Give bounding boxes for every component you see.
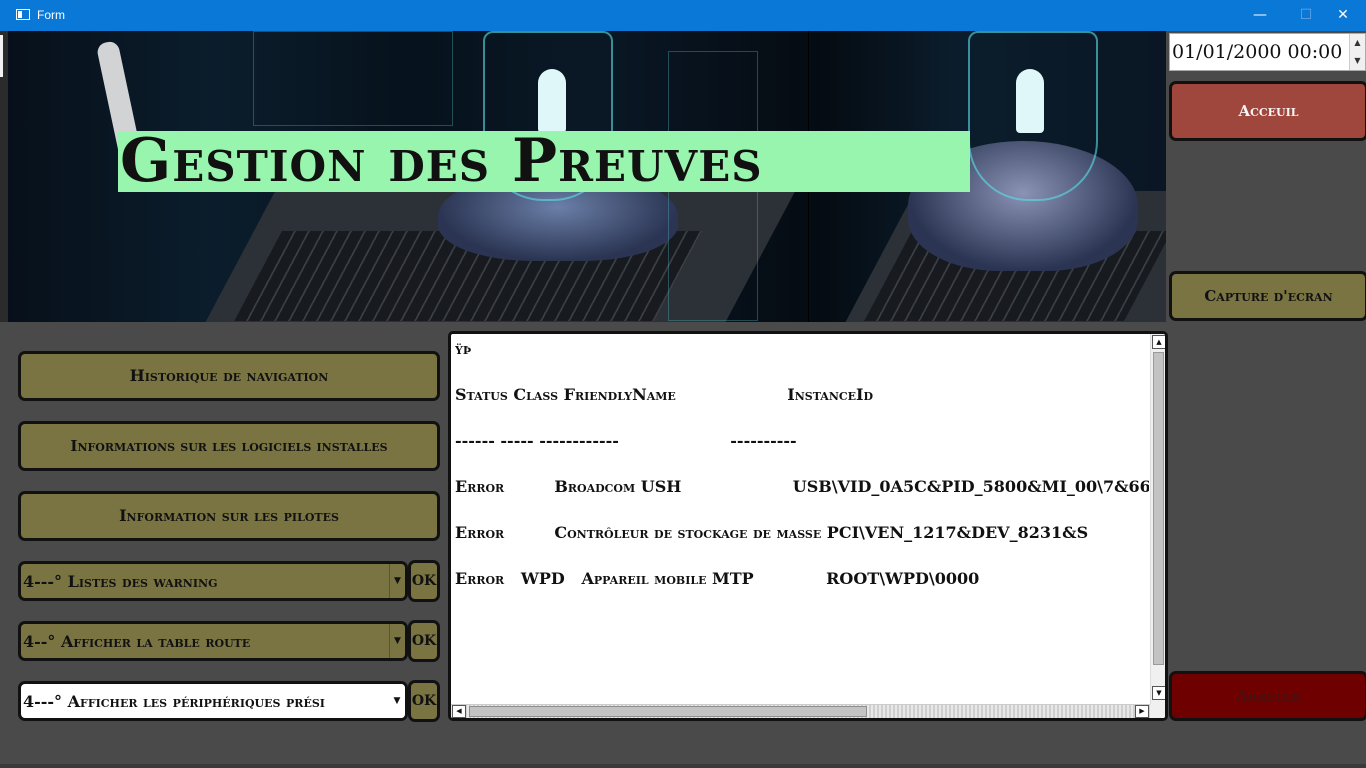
output-line: Error WPD Appareil mobile MTP ROOT\WPD\0… — [455, 569, 980, 588]
app-icon — [16, 9, 30, 20]
window-title: Form — [37, 8, 65, 22]
select-value: 4--° Afficher la table route — [23, 632, 251, 651]
lock-icon — [538, 69, 566, 133]
lock-icon — [1016, 69, 1044, 133]
output-line: ÿþ — [455, 339, 472, 358]
warning-list-select[interactable]: 4---° Listes des warning ▼ — [18, 561, 408, 601]
peripheriques-select[interactable]: 4---° Afficher les périphériques prési ▼ — [18, 681, 408, 721]
left-edge — [0, 31, 8, 322]
ok-button[interactable]: OK — [408, 680, 440, 722]
minimize-button[interactable]: — — [1237, 0, 1283, 31]
close-button[interactable]: ✕ — [1320, 0, 1366, 31]
output-line: Error Contrôleur de stockage de masse PC… — [455, 523, 1089, 542]
datetime-value[interactable]: 01/01/2000 00:00 — [1172, 41, 1342, 63]
scroll-up-icon[interactable]: ▲ — [1152, 335, 1165, 349]
spin-down-icon[interactable]: ▼ — [1350, 52, 1365, 70]
chevron-down-icon[interactable]: ▼ — [389, 684, 405, 718]
window-titlebar: Form — ☐ ✕ — [0, 0, 1366, 31]
output-line: ------ ----- ------------ ---------- — [455, 431, 797, 450]
arreter-button[interactable]: Arreter — [1169, 671, 1366, 721]
scroll-down-icon[interactable]: ▼ — [1152, 686, 1165, 700]
chevron-down-icon[interactable]: ▼ — [389, 624, 405, 658]
horizontal-scrollbar[interactable]: ◀ ▶ — [451, 704, 1150, 718]
scroll-thumb[interactable] — [469, 706, 867, 717]
output-line: Status Class FriendlyName InstanceId — [455, 385, 874, 404]
historique-navigation-button[interactable]: Historique de navigation — [18, 351, 440, 401]
datetime-picker[interactable]: 01/01/2000 00:00 ▲ ▼ — [1169, 33, 1366, 71]
spin-up-icon[interactable]: ▲ — [1350, 34, 1365, 52]
chevron-down-icon[interactable]: ▼ — [389, 564, 405, 598]
pilotes-button[interactable]: Information sur les pilotes — [18, 491, 440, 541]
accueil-button[interactable]: Acceuil — [1169, 81, 1366, 141]
scroll-left-icon[interactable]: ◀ — [452, 705, 466, 718]
ok-button[interactable]: OK — [408, 560, 440, 602]
output-line: Error Broadcom USH USB\VID_0A5C&PID_5800… — [455, 477, 1149, 496]
output-textbox[interactable]: ÿþ Status Class FriendlyName InstanceId … — [448, 331, 1168, 721]
holo-panel — [253, 31, 453, 126]
ok-button[interactable]: OK — [408, 620, 440, 662]
capture-ecran-button[interactable]: Capture d'ecran — [1169, 271, 1366, 321]
scroll-corner — [1150, 704, 1165, 718]
edge-mark — [0, 35, 3, 77]
scroll-thumb[interactable] — [1153, 352, 1164, 665]
bottom-edge — [0, 764, 1366, 768]
select-value: 4---° Afficher les périphériques prési — [23, 692, 325, 711]
datetime-spinner[interactable]: ▲ ▼ — [1349, 34, 1365, 70]
output-lines: ÿþ Status Class FriendlyName InstanceId … — [455, 338, 1149, 704]
vertical-scrollbar[interactable]: ▲ ▼ — [1150, 334, 1165, 704]
scroll-right-icon[interactable]: ▶ — [1135, 705, 1149, 718]
select-value: 4---° Listes des warning — [23, 572, 218, 591]
route-table-select[interactable]: 4--° Afficher la table route ▼ — [18, 621, 408, 661]
page-title: Gestion des Preuves — [118, 131, 970, 192]
logiciels-installes-button[interactable]: Informations sur les logiciels installes — [18, 421, 440, 471]
